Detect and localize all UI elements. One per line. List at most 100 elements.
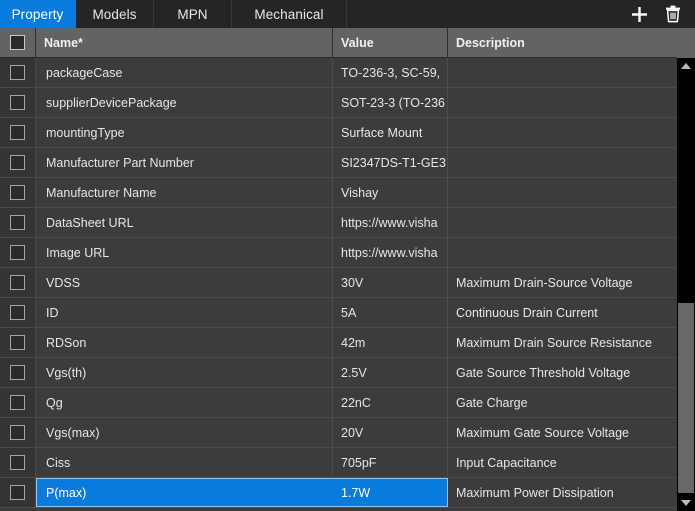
row-select-checkbox[interactable] — [10, 65, 25, 80]
cell-name[interactable]: Ciss — [36, 448, 333, 477]
cell-description[interactable] — [448, 238, 677, 267]
scrollbar-up-button[interactable] — [677, 58, 695, 74]
table-row[interactable]: Manufacturer Part Number SI2347DS-T1-GE3 — [0, 148, 677, 178]
cell-value-text: 20V — [341, 425, 364, 440]
row-select-checkbox[interactable] — [10, 95, 25, 110]
cell-value[interactable]: 42m — [333, 328, 448, 357]
cell-name[interactable]: supplierDevicePackage — [36, 88, 333, 117]
cell-value[interactable]: 705pF — [333, 448, 448, 477]
row-select-checkbox[interactable] — [10, 455, 25, 470]
row-select-checkbox[interactable] — [10, 335, 25, 350]
cell-name[interactable]: Manufacturer Part Number — [36, 148, 333, 177]
cell-name[interactable]: ID — [36, 298, 333, 327]
cell-description[interactable] — [448, 118, 677, 147]
row-select-checkbox[interactable] — [10, 185, 25, 200]
scrollbar-down-button[interactable] — [677, 495, 695, 511]
cell-description[interactable]: Maximum Power Dissipation — [448, 478, 677, 507]
cell-name[interactable]: Image URL — [36, 238, 333, 267]
vertical-scrollbar[interactable] — [677, 58, 695, 511]
cell-name[interactable]: Vgs(th) — [36, 358, 333, 387]
row-select-checkbox[interactable] — [10, 215, 25, 230]
cell-value-text: 705pF — [341, 455, 377, 470]
cell-description[interactable]: Gate Charge — [448, 388, 677, 417]
cell-value[interactable]: https://www.visha — [333, 208, 448, 237]
cell-description[interactable]: Maximum Drain-Source Voltage — [448, 268, 677, 297]
table-row[interactable]: Vgs(max) 20V Maximum Gate Source Voltage — [0, 418, 677, 448]
delete-property-button[interactable] — [663, 4, 683, 24]
table-row[interactable]: VDSS 30V Maximum Drain-Source Voltage — [0, 268, 677, 298]
cell-description[interactable]: Maximum Gate Source Voltage — [448, 418, 677, 447]
cell-description[interactable]: Input Capacitance — [448, 448, 677, 477]
row-select-checkbox[interactable] — [10, 425, 25, 440]
tab-mpn[interactable]: MPN — [154, 0, 232, 28]
table-row[interactable]: RDSon 42m Maximum Drain Source Resistance — [0, 328, 677, 358]
tab-property[interactable]: Property — [0, 0, 76, 28]
cell-name[interactable]: Qg — [36, 388, 333, 417]
cell-value[interactable]: SOT-23-3 (TO-236 — [333, 88, 448, 117]
cell-name[interactable]: Vgs(max) — [36, 418, 333, 447]
tab-mechanical[interactable]: Mechanical — [232, 0, 347, 28]
cell-value[interactable]: 20V — [333, 418, 448, 447]
row-select-checkbox[interactable] — [10, 155, 25, 170]
cell-description[interactable]: Gate Source Threshold Voltage — [448, 358, 677, 387]
cell-name[interactable]: RDSon — [36, 328, 333, 357]
row-select-cell — [0, 118, 36, 147]
cell-name[interactable]: Manufacturer Name — [36, 178, 333, 207]
cell-description-text: Maximum Drain Source Resistance — [456, 335, 652, 350]
header-column-value[interactable]: Value — [333, 28, 448, 57]
cell-description[interactable] — [448, 148, 677, 177]
cell-value[interactable]: Surface Mount — [333, 118, 448, 147]
cell-name[interactable]: packageCase — [36, 58, 333, 87]
table-row[interactable]: Image URL https://www.visha — [0, 238, 677, 268]
cell-name[interactable]: P(max) — [36, 478, 333, 507]
cell-name[interactable]: VDSS — [36, 268, 333, 297]
cell-description[interactable] — [448, 88, 677, 117]
table-row[interactable]: Ciss 705pF Input Capacitance — [0, 448, 677, 478]
row-select-checkbox[interactable] — [10, 395, 25, 410]
table-row[interactable]: Vgs(th) 2.5V Gate Source Threshold Voltage — [0, 358, 677, 388]
cell-value[interactable]: 30V — [333, 268, 448, 297]
tab-models[interactable]: Models — [76, 0, 154, 28]
cell-value[interactable]: 1.7W — [333, 478, 448, 507]
cell-description-text: Continuous Drain Current — [456, 305, 598, 320]
select-all-checkbox[interactable] — [10, 35, 25, 50]
cell-description[interactable] — [448, 208, 677, 237]
property-editor-panel: Property Models MPN Mechanical Name* Val… — [0, 0, 695, 511]
row-select-checkbox[interactable] — [10, 485, 25, 500]
cell-name-text: RDSon — [46, 335, 87, 350]
table-row[interactable]: supplierDevicePackage SOT-23-3 (TO-236 — [0, 88, 677, 118]
cell-value[interactable]: SI2347DS-T1-GE3 — [333, 148, 448, 177]
table-row[interactable]: packageCase TO-236-3, SC-59, — [0, 58, 677, 88]
row-select-checkbox[interactable] — [10, 365, 25, 380]
cell-description[interactable]: Maximum Drain Source Resistance — [448, 328, 677, 357]
row-select-cell — [0, 208, 36, 237]
row-select-checkbox[interactable] — [10, 275, 25, 290]
table-row[interactable]: Qg 22nC Gate Charge — [0, 388, 677, 418]
cell-value[interactable]: 2.5V — [333, 358, 448, 387]
cell-description[interactable] — [448, 58, 677, 87]
cell-value[interactable]: 22nC — [333, 388, 448, 417]
cell-description[interactable]: Continuous Drain Current — [448, 298, 677, 327]
cell-name[interactable]: mountingType — [36, 118, 333, 147]
table-row[interactable]: DataSheet URL https://www.visha — [0, 208, 677, 238]
row-select-checkbox[interactable] — [10, 305, 25, 320]
cell-value[interactable]: 5A — [333, 298, 448, 327]
cell-value[interactable]: https://www.visha — [333, 238, 448, 267]
row-select-checkbox[interactable] — [10, 245, 25, 260]
table-row[interactable]: mountingType Surface Mount — [0, 118, 677, 148]
cell-description[interactable] — [448, 178, 677, 207]
header-column-description[interactable]: Description — [448, 28, 695, 57]
row-select-checkbox[interactable] — [10, 125, 25, 140]
table-row[interactable]: Manufacturer Name Vishay — [0, 178, 677, 208]
cell-name[interactable]: DataSheet URL — [36, 208, 333, 237]
row-select-cell — [0, 148, 36, 177]
add-property-button[interactable] — [629, 4, 649, 24]
header-column-name[interactable]: Name* — [36, 28, 333, 57]
table-row[interactable]: P(max) 1.7W Maximum Power Dissipation — [0, 478, 677, 508]
cell-value[interactable]: Vishay — [333, 178, 448, 207]
row-select-cell — [0, 418, 36, 447]
scrollbar-thumb[interactable] — [678, 303, 694, 493]
cell-value[interactable]: TO-236-3, SC-59, — [333, 58, 448, 87]
cell-value-text: 22nC — [341, 395, 371, 410]
table-row[interactable]: ID 5A Continuous Drain Current — [0, 298, 677, 328]
